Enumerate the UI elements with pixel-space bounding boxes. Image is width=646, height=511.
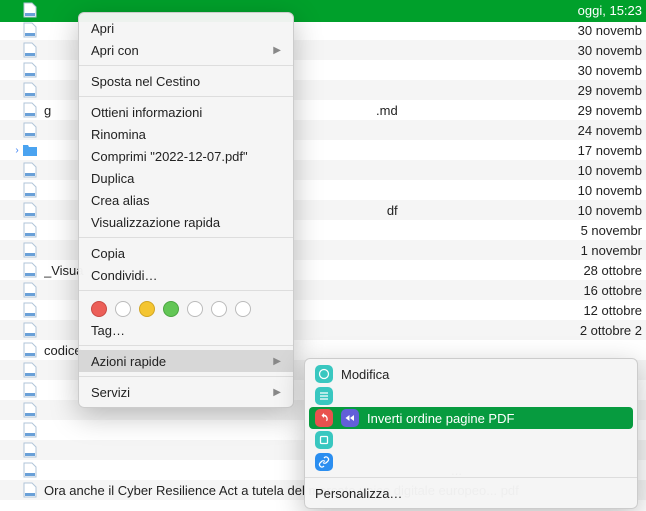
file-icon <box>22 382 38 398</box>
file-date: 16 ottobre <box>583 283 646 298</box>
tags-row <box>79 295 293 319</box>
file-date: 12 ottobre <box>583 303 646 318</box>
file-date: 10 novemb <box>578 203 646 218</box>
menu-open[interactable]: Apri <box>79 17 293 39</box>
menu-separator <box>79 376 293 377</box>
file-date: oggi, 15:23 <box>578 3 646 18</box>
menu-share[interactable]: Condividi… <box>79 264 293 286</box>
file-icon <box>22 182 38 198</box>
file-icon <box>22 322 38 338</box>
link-icon <box>315 453 333 471</box>
menu-compress[interactable]: Comprimi "2022-12-07.pdf" <box>79 145 293 167</box>
file-icon <box>22 202 38 218</box>
menu-separator <box>79 237 293 238</box>
file-date: 30 novemb <box>578 23 646 38</box>
file-icon <box>22 22 38 38</box>
file-icon <box>22 342 38 358</box>
file-date: 10 novemb <box>578 183 646 198</box>
file-date: 2 ottobre 2 <box>580 323 646 338</box>
file-icon <box>22 62 38 78</box>
menu-separator <box>79 96 293 97</box>
rewind-icon <box>341 409 359 427</box>
file-suffix: .md <box>376 103 398 118</box>
menu-separator <box>79 345 293 346</box>
menu-separator <box>79 290 293 291</box>
sub-customize[interactable]: Personalizza… <box>305 482 637 504</box>
tag-gray[interactable] <box>235 301 251 317</box>
action-icon <box>315 387 333 405</box>
file-icon <box>22 362 38 378</box>
menu-tag[interactable]: Tag… <box>79 319 293 341</box>
sub-unknown-2[interactable] <box>305 429 637 451</box>
folder-icon <box>22 142 38 158</box>
file-suffix: df <box>387 203 398 218</box>
undo-icon <box>315 409 333 427</box>
context-menu: Apri Apri con▶ Sposta nel Cestino Ottien… <box>78 12 294 408</box>
file-date: 24 novemb <box>578 123 646 138</box>
sub-unknown-3[interactable] <box>305 451 637 473</box>
chevron-right-icon: ▶ <box>273 356 281 367</box>
tag-orange[interactable] <box>115 301 131 317</box>
menu-duplicate[interactable]: Duplica <box>79 167 293 189</box>
file-icon <box>22 42 38 58</box>
menu-trash[interactable]: Sposta nel Cestino <box>79 70 293 92</box>
file-date: 28 ottobre <box>583 263 646 278</box>
menu-quicklook[interactable]: Visualizzazione rapida <box>79 211 293 233</box>
file-icon <box>22 122 38 138</box>
menu-separator <box>305 477 637 478</box>
menu-quick-actions[interactable]: Azioni rapide▶ <box>79 350 293 372</box>
sub-unknown-1[interactable] <box>305 385 637 407</box>
file-icon <box>22 302 38 318</box>
menu-services[interactable]: Servizi▶ <box>79 381 293 403</box>
tag-yellow[interactable] <box>139 301 155 317</box>
file-icon <box>22 2 38 18</box>
file-icon <box>22 82 38 98</box>
menu-get-info[interactable]: Ottieni informazioni <box>79 101 293 123</box>
file-date: 30 novemb <box>578 63 646 78</box>
file-icon <box>22 162 38 178</box>
edit-icon <box>315 365 333 383</box>
file-icon <box>22 442 38 458</box>
menu-rename[interactable]: Rinomina <box>79 123 293 145</box>
sub-invert-pdf[interactable]: Inverti ordine pagine PDF <box>309 407 633 429</box>
menu-copy[interactable]: Copia <box>79 242 293 264</box>
file-icon <box>22 482 38 498</box>
submenu-quick-actions: Modifica Inverti ordine pagine PDF Perso… <box>304 358 638 509</box>
file-date: 5 novembr <box>581 223 646 238</box>
file-icon <box>22 402 38 418</box>
tag-purple[interactable] <box>211 301 227 317</box>
menu-alias[interactable]: Crea alias <box>79 189 293 211</box>
tag-green[interactable] <box>163 301 179 317</box>
tag-red[interactable] <box>91 301 107 317</box>
file-icon <box>22 262 38 278</box>
chevron-right-icon: ▶ <box>273 45 281 56</box>
file-date: 10 novemb <box>578 163 646 178</box>
file-date: 1 novembr <box>581 243 646 258</box>
file-icon <box>22 422 38 438</box>
file-date: 29 novemb <box>578 103 646 118</box>
file-date: 30 novemb <box>578 43 646 58</box>
sub-edit[interactable]: Modifica <box>305 363 637 385</box>
file-icon <box>22 242 38 258</box>
file-icon <box>22 462 38 478</box>
menu-separator <box>79 65 293 66</box>
menu-open-with[interactable]: Apri con▶ <box>79 39 293 61</box>
file-date: 17 novemb <box>578 143 646 158</box>
file-icon <box>22 222 38 238</box>
file-icon <box>22 282 38 298</box>
chevron-right-icon: ▶ <box>273 387 281 398</box>
disclosure-arrow[interactable]: › <box>12 145 22 156</box>
tag-blue[interactable] <box>187 301 203 317</box>
file-date: 29 novemb <box>578 83 646 98</box>
file-icon <box>22 102 38 118</box>
action-icon <box>315 431 333 449</box>
